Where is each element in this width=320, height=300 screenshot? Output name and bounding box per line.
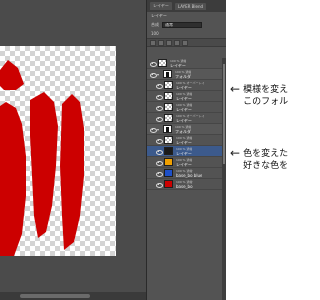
layer-thumbnail <box>164 158 173 166</box>
visibility-eye-icon[interactable] <box>149 60 157 67</box>
pattern-piece-left <box>0 60 24 90</box>
annotation-line: 模様を変え <box>243 85 289 95</box>
layer-text: 100 % 通常 base_bo <box>176 180 193 189</box>
layer-name: レイヤー <box>170 62 186 68</box>
new-folder-button[interactable] <box>158 39 164 46</box>
layer-name: レイヤー <box>176 84 192 90</box>
layer-thumbnail <box>163 125 172 133</box>
pattern-piece-large <box>0 102 26 256</box>
layer-text: 100 % オーバーレイ レイヤー <box>176 114 204 123</box>
layer-panel: レイヤー LAYER Blend レイヤー 合成 通常 100 100 % 通常… <box>146 0 226 300</box>
layer-text: 100 % 通常 base_bo blue <box>176 169 202 178</box>
lock-button[interactable] <box>166 39 172 46</box>
layer-toolbar <box>147 38 226 47</box>
annotation-color: ← 色を変えた 好きな色を <box>230 146 289 172</box>
annotation-line: 色を変えた <box>243 149 289 159</box>
folder-expand-icon[interactable]: ▾ <box>157 127 161 132</box>
visibility-eye-icon[interactable] <box>155 170 163 177</box>
panel-header-title: レイヤー <box>151 13 167 18</box>
visibility-eye-icon[interactable] <box>149 71 157 78</box>
panel-tab-bar: レイヤー LAYER Blend <box>147 0 226 12</box>
layer-row[interactable]: 100 % 通常 レイヤー <box>147 146 226 157</box>
layer-thumbnail <box>158 59 167 67</box>
visibility-eye-icon[interactable] <box>155 93 163 100</box>
layer-text: 100 % 通常 レイヤー <box>176 147 192 156</box>
blend-mode-label: 合成 <box>151 21 159 27</box>
tab-layer-blend[interactable]: LAYER Blend <box>174 2 207 10</box>
layer-text: 100 % 通常 レイヤー <box>176 103 192 112</box>
layer-text: 100 % 通常 レイヤー <box>170 59 186 68</box>
layer-thumbnail <box>163 70 172 78</box>
visibility-eye-icon[interactable] <box>155 137 163 144</box>
opacity-row: 100 <box>147 29 226 38</box>
annotation-line: 好きな色を <box>243 161 289 171</box>
pattern-piece-right <box>60 94 84 250</box>
layer-row[interactable]: 100 % 通常 base_bo <box>147 179 226 190</box>
layer-name: フォルダ <box>175 128 191 134</box>
annotation-line: このフォル <box>243 97 289 107</box>
layer-name: base_bo blue <box>176 172 203 178</box>
folder-expand-icon[interactable]: ▾ <box>157 72 161 77</box>
annotation-pattern: ← 模様を変え このフォル <box>230 82 289 108</box>
layer-thumbnail <box>164 147 173 155</box>
canvas-area[interactable] <box>0 0 146 300</box>
layer-row[interactable]: 100 % 通常 レイヤー <box>147 58 226 69</box>
tab-layer[interactable]: レイヤー <box>150 2 172 10</box>
layer-row[interactable]: 100 % 通常 レイヤー <box>147 135 226 146</box>
visibility-eye-icon[interactable] <box>149 126 157 133</box>
layer-list-scroll-thumb[interactable] <box>223 64 225 164</box>
delete-layer-button[interactable] <box>182 39 188 46</box>
layer-thumbnail <box>164 136 173 144</box>
layer-name: レイヤー <box>176 139 192 145</box>
layer-text: 100 % 通常 フォルダ <box>175 70 191 79</box>
layer-name: base_bo <box>176 183 193 189</box>
mask-button[interactable] <box>174 39 180 46</box>
pattern-piece-middle <box>30 92 58 238</box>
visibility-eye-icon[interactable] <box>155 159 163 166</box>
layer-name: レイヤー <box>176 161 192 167</box>
layer-row[interactable]: 100 % 通常 base_bo blue <box>147 168 226 179</box>
canvas-scroll-thumb[interactable] <box>20 294 90 298</box>
layer-name: レイヤー <box>176 117 192 123</box>
layer-thumbnail <box>164 92 173 100</box>
layer-text: 100 % 通常 フォルダ <box>175 125 191 134</box>
layer-thumbnail <box>164 114 173 122</box>
annotation-area: ← 模様を変え このフォル ← 色を変えた 好きな色を <box>226 0 300 300</box>
layer-thumbnail <box>164 180 173 188</box>
visibility-eye-icon[interactable] <box>155 82 163 89</box>
layer-name: レイヤー <box>176 106 192 112</box>
layer-row[interactable]: 100 % オーバーレイ レイヤー <box>147 80 226 91</box>
folder-row[interactable]: ▾ 100 % 通常 フォルダ <box>147 69 226 80</box>
left-arrow-icon: ← <box>230 146 241 160</box>
layer-text: 100 % 通常 レイヤー <box>176 136 192 145</box>
visibility-eye-icon[interactable] <box>155 104 163 111</box>
layer-name: レイヤー <box>176 150 192 156</box>
opacity-value[interactable]: 100 <box>151 31 159 36</box>
layer-row[interactable]: 100 % 通常 レイヤー <box>147 102 226 113</box>
layer-name: レイヤー <box>176 95 192 101</box>
layer-list: 100 % 通常 レイヤー ▾ 100 % 通常 フォルダ 100 % オーバーレイ レイヤ… <box>147 58 226 190</box>
visibility-eye-icon[interactable] <box>155 181 163 188</box>
artwork-pattern-pieces <box>0 60 84 256</box>
layer-thumbnail <box>164 81 173 89</box>
layer-thumbnail <box>164 103 173 111</box>
folder-row[interactable]: ▾ 100 % 通常 フォルダ <box>147 124 226 135</box>
left-arrow-icon: ← <box>230 82 241 96</box>
layer-name: フォルダ <box>175 73 191 79</box>
layer-row[interactable]: 100 % オーバーレイ レイヤー <box>147 113 226 124</box>
layer-text: 100 % オーバーレイ レイヤー <box>176 81 204 90</box>
canvas-horizontal-scrollbar[interactable] <box>0 292 146 300</box>
layer-text: 100 % 通常 レイヤー <box>176 92 192 101</box>
layer-row[interactable]: 100 % 通常 レイヤー <box>147 91 226 102</box>
new-layer-button[interactable] <box>150 39 156 46</box>
visibility-eye-icon[interactable] <box>155 148 163 155</box>
blend-mode-select[interactable]: 通常 <box>162 21 202 28</box>
layer-text: 100 % 通常 レイヤー <box>176 158 192 167</box>
blend-mode-row: 合成 通常 <box>147 20 226 29</box>
layer-row[interactable]: 100 % 通常 レイヤー <box>147 157 226 168</box>
layer-thumbnail <box>164 169 173 177</box>
visibility-eye-icon[interactable] <box>155 115 163 122</box>
